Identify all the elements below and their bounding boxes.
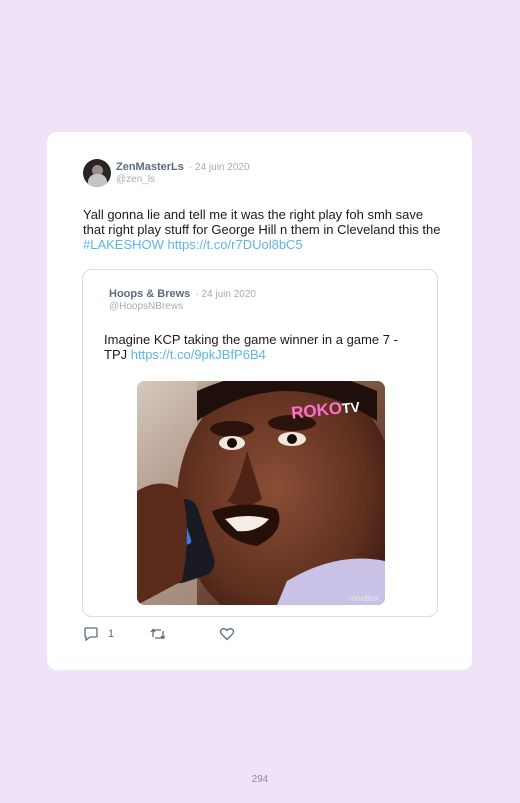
heart-icon: [219, 628, 235, 641]
author-line[interactable]: ZenMasterLs · 24 juin 2020: [116, 161, 250, 173]
quoted-author-name[interactable]: Hoops & Brews: [109, 288, 190, 300]
tweet-date[interactable]: · 24 juin 2020: [189, 162, 250, 173]
tweet-card: ZenMasterLs · 24 juin 2020 @zen_ls Yall …: [47, 132, 472, 670]
tweet-actions: 1: [83, 627, 283, 643]
media-watermark: VineBox: [349, 594, 379, 603]
tweet-link[interactable]: https://t.co/r7DUol8bC5: [168, 237, 303, 252]
tweet-body: Yall gonna lie and tell me it was the ri…: [83, 207, 441, 237]
avatar[interactable]: [83, 159, 111, 187]
hashtag-link[interactable]: #LAKESHOW: [83, 237, 164, 252]
quoted-media-image[interactable]: ROKOTV VineBox: [137, 381, 385, 605]
author-handle[interactable]: @zen_ls: [116, 174, 155, 185]
quoted-tweet-date[interactable]: · 24 juin 2020: [195, 289, 256, 300]
quoted-author-handle[interactable]: @HoopsNBrews: [109, 301, 183, 312]
retweet-button[interactable]: [150, 627, 166, 641]
reply-button[interactable]: 1: [83, 627, 114, 641]
quoted-tweet[interactable]: Hoops & Brews · 24 juin 2020 @HoopsNBrew…: [82, 269, 438, 617]
like-button[interactable]: [219, 627, 235, 641]
reply-count: 1: [108, 628, 115, 640]
quoted-tweet-text: Imagine KCP taking the game winner in a …: [104, 332, 414, 362]
quoted-tweet-link[interactable]: https://t.co/9pkJBfP6B4: [131, 347, 266, 362]
reply-icon: [84, 627, 98, 641]
retweet-icon: [150, 628, 166, 640]
page-number: 294: [251, 774, 269, 785]
quoted-author-line[interactable]: Hoops & Brews · 24 juin 2020: [109, 288, 256, 300]
tweet-text: Yall gonna lie and tell me it was the ri…: [83, 207, 443, 252]
author-name[interactable]: ZenMasterLs: [116, 161, 184, 173]
